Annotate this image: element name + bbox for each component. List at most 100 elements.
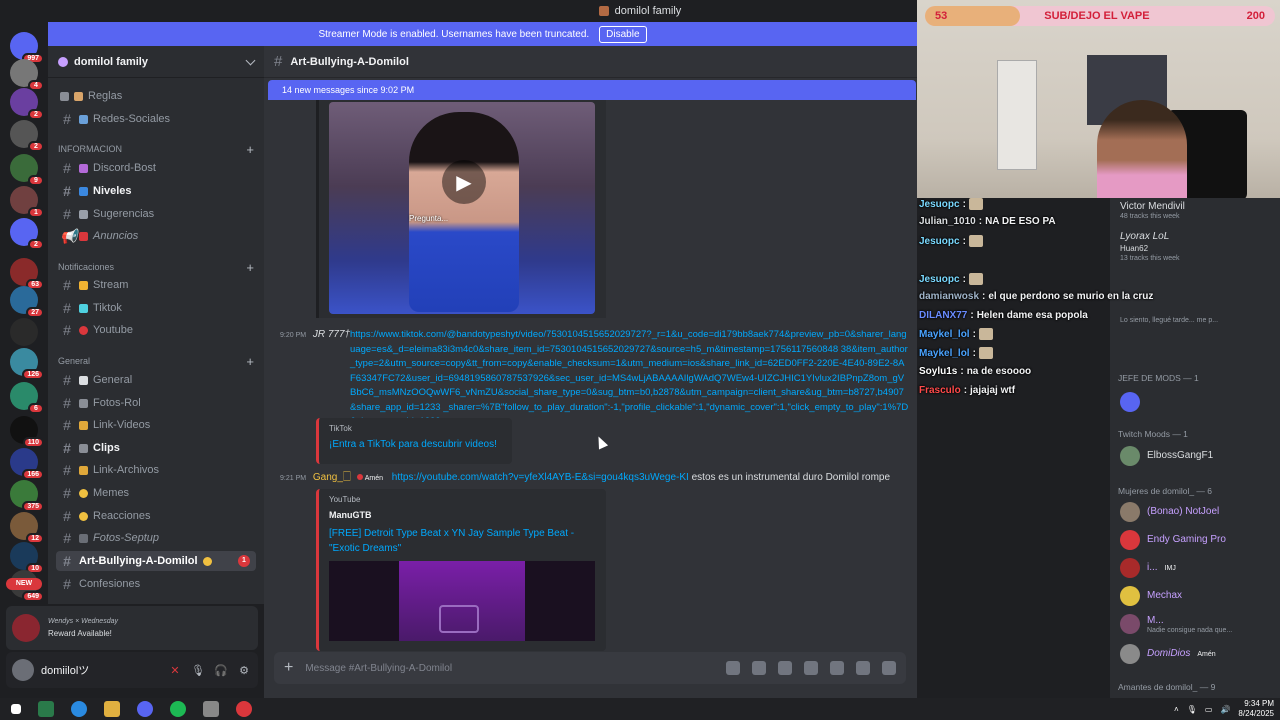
server-icon[interactable]: 10 — [10, 542, 44, 574]
edge-icon[interactable] — [71, 701, 87, 717]
channel-reglas[interactable]: Reglas — [56, 86, 256, 106]
clock[interactable]: 9:34 PM 8/24/2025 — [1238, 699, 1274, 719]
channel-clips[interactable]: # Clips — [56, 438, 256, 458]
server-icon[interactable]: 110 — [10, 416, 44, 448]
add-attachment-icon[interactable]: + — [284, 659, 293, 677]
server-icon[interactable]: 27 — [10, 286, 44, 318]
gif-icon[interactable] — [804, 661, 818, 675]
message-1-link[interactable]: https://www.tiktok.com/@bandotypeshyt/vi… — [350, 328, 910, 430]
server-icon[interactable]: 6 — [10, 382, 44, 414]
server-icon[interactable]: 997 — [10, 32, 44, 64]
tray-chevron-icon[interactable]: ˄ — [1174, 705, 1179, 714]
gamepad-icon[interactable] — [882, 661, 896, 675]
user-name[interactable]: domiilolツ — [41, 662, 160, 678]
message-composer[interactable]: + Message #Art-Bullying-A-Domilol — [274, 652, 906, 684]
play-icon[interactable]: ▶ — [442, 160, 486, 204]
member-item[interactable]: i... IMJ — [1120, 556, 1278, 580]
message-link[interactable]: https://youtube.com/watch?v=yfeXl4AYB-E&… — [392, 472, 689, 483]
message-author[interactable]: Gang_🗌 — [313, 472, 351, 483]
member-activity[interactable]: Victor Mendivil 48 tracks this week — [1120, 198, 1278, 222]
embed-author[interactable]: ManuGTB — [329, 510, 596, 520]
category-general[interactable]: General + — [58, 354, 254, 369]
channel-sugerencias[interactable]: # Sugerencias — [56, 204, 256, 224]
channel-redes-sociales[interactable]: # Redes-Sociales — [56, 109, 256, 129]
member-item[interactable]: Endy Gaming Pro — [1120, 528, 1278, 552]
reward-notice[interactable]: Wendys × Wednesday Reward Available! — [6, 606, 258, 650]
channel-fotos-rol[interactable]: # Fotos-Rol — [56, 393, 256, 413]
emote-icon — [978, 347, 993, 359]
server-icon[interactable]: 4 — [10, 59, 44, 91]
video-thumbnail[interactable]: ▶ Pregunta... — [329, 102, 595, 314]
server-icon[interactable]: 1 — [10, 186, 44, 218]
server-icon[interactable]: 2 — [10, 120, 44, 152]
member-item[interactable]: Mechax — [1120, 584, 1278, 608]
channel-discord-bost[interactable]: # Discord-Bost — [56, 158, 256, 178]
spotify-icon[interactable] — [170, 701, 186, 717]
channel-confesiones[interactable]: # Confesiones — [56, 574, 256, 594]
channel-anuncios[interactable]: 📢 Anuncios — [56, 226, 256, 246]
channel-fotos-septup[interactable]: # Fotos-Septup — [56, 528, 256, 548]
channel-reacciones[interactable]: # Reacciones — [56, 506, 256, 526]
gift-icon[interactable] — [778, 661, 792, 675]
mic-icon[interactable]: 🎙 — [1187, 705, 1197, 714]
member-item[interactable]: (Bonao) NotJoel — [1120, 500, 1278, 524]
server-icon[interactable]: 166 — [10, 448, 44, 480]
channel-general[interactable]: # General — [56, 370, 256, 390]
network-icon[interactable]: ▭ — [1205, 705, 1213, 714]
member-item[interactable]: ElbossGangF1 — [1120, 444, 1278, 468]
discord-icon[interactable] — [137, 701, 153, 717]
avatar[interactable] — [12, 659, 34, 681]
message-author[interactable]: JR 777† — [313, 329, 350, 340]
sticker-icon[interactable] — [830, 661, 844, 675]
translate-icon[interactable] — [752, 661, 766, 675]
youtube-thumbnail[interactable] — [329, 561, 595, 641]
headphones-icon[interactable]: 🎧 — [213, 662, 229, 678]
server-icon[interactable]: 63 — [10, 258, 44, 290]
member-item[interactable]: M... Nadie consigue nada que... — [1120, 612, 1278, 636]
category-notificaciones[interactable]: Notificaciones + — [58, 260, 254, 275]
category-informacion[interactable]: INFORMACION + — [58, 142, 254, 157]
add-channel-icon[interactable]: + — [246, 142, 254, 157]
gear-icon[interactable]: ⚙ — [236, 662, 252, 678]
server-icon[interactable] — [10, 318, 38, 346]
server-icon[interactable]: 2 — [10, 218, 44, 250]
message-input[interactable]: Message #Art-Bullying-A-Domilol — [305, 663, 714, 674]
server-icon[interactable]: 2 — [10, 88, 44, 120]
embed-title[interactable]: ¡Entra a TikTok para descubrir videos! — [329, 439, 502, 450]
mic-muted-icon[interactable]: ✕ — [167, 662, 183, 678]
add-channel-icon[interactable]: + — [246, 260, 254, 275]
server-icon[interactable]: 12 — [10, 512, 44, 544]
member-activity[interactable]: Lyorax LoL Huan62 13 tracks this week — [1120, 231, 1278, 262]
hash-icon: # — [63, 322, 71, 338]
mic-icon[interactable]: 🎙 — [190, 662, 206, 678]
member-item[interactable]: DomiDios Amén — [1120, 642, 1278, 666]
new-messages-bar[interactable]: 14 new messages since 9:02 PM — [268, 80, 916, 100]
lock-icon[interactable] — [726, 661, 740, 675]
channel-link-archivos[interactable]: # Link-Archivos — [56, 460, 256, 480]
member-jefe[interactable] — [1120, 390, 1278, 414]
member-activity[interactable]: Lo siento, llegué tarde... me p... — [1120, 308, 1278, 332]
play-icon[interactable] — [439, 605, 479, 633]
guild-header[interactable]: domilol family — [48, 46, 264, 78]
server-icon[interactable]: NEW 649 — [6, 570, 44, 602]
embed-title[interactable]: [FREE] Detroit Type Beat x YN Jay Sample… — [329, 526, 589, 556]
disable-button[interactable]: Disable — [599, 25, 647, 43]
channel-tiktok[interactable]: # Tiktok — [56, 298, 256, 318]
server-icon[interactable]: 9 — [10, 154, 44, 186]
emoji-icon[interactable] — [856, 661, 870, 675]
pen-icon[interactable] — [203, 701, 219, 717]
folder-icon[interactable] — [104, 701, 120, 717]
channel-youtube[interactable]: # Youtube — [56, 320, 256, 340]
channel-niveles[interactable]: # Niveles — [56, 181, 256, 201]
channel-stream[interactable]: # Stream — [56, 275, 256, 295]
channel-art-bullying-a-domilol[interactable]: # Art-Bullying-A-Domilol 1 — [56, 551, 256, 571]
start-icon[interactable] — [11, 704, 21, 714]
server-icon[interactable]: 126 — [10, 348, 44, 380]
channel-link-videos[interactable]: # Link-Videos — [56, 415, 256, 435]
channel-memes[interactable]: # Memes — [56, 483, 256, 503]
volume-icon[interactable]: 🔊 — [1220, 705, 1230, 714]
terminal-icon[interactable] — [38, 701, 54, 717]
add-channel-icon[interactable]: + — [246, 354, 254, 369]
obs-icon[interactable] — [236, 701, 252, 717]
server-icon[interactable]: 375 — [10, 480, 44, 512]
